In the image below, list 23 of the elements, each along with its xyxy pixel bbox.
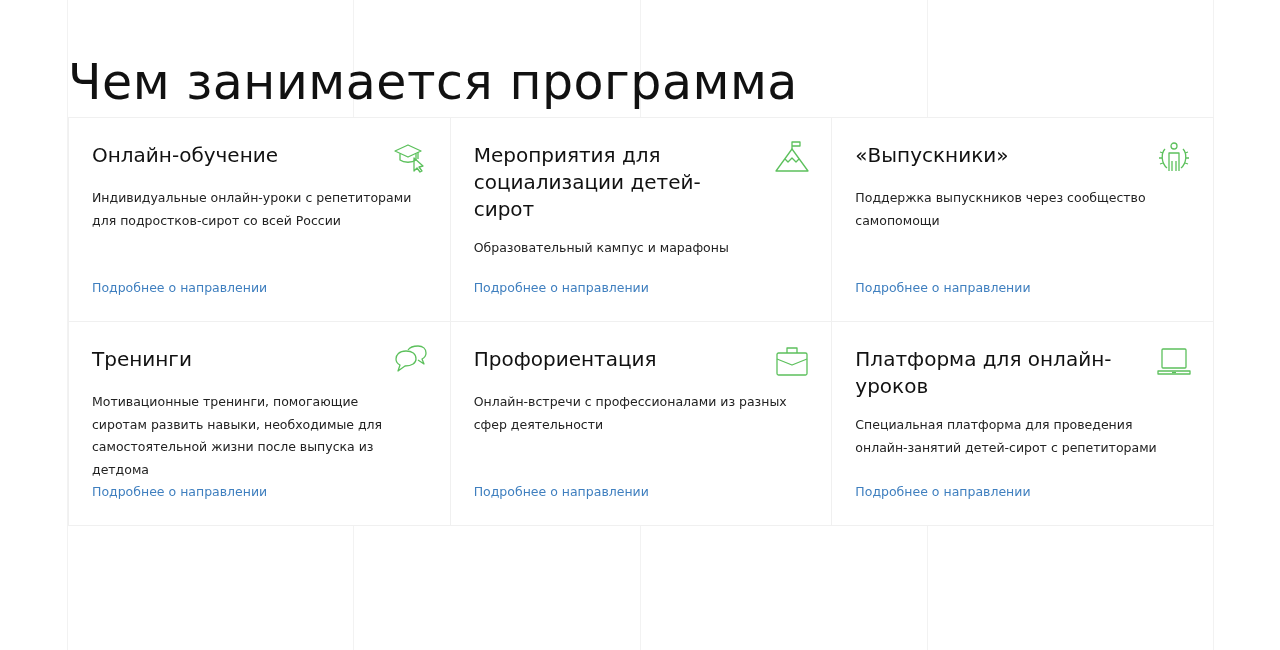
card-description: Образовательный кампус и марафоны [473,239,730,257]
details-link[interactable]: Подробнее о направлении [473,484,649,499]
card-title: Онлайн-обучение [92,142,279,169]
details-link[interactable]: Подробнее о направлении [92,484,268,499]
card-description: Индивидуальные онлайн-уроки с репетиторами для подростков-сирот со всей России [92,189,412,230]
mountain-flag-icon [775,141,810,173]
card-title: Профориентация [473,346,657,373]
laptop-icon [1157,345,1191,377]
details-link[interactable]: Подробнее о направлении [473,280,649,295]
briefcase-icon [775,345,810,377]
section-heading: Чем занимается программа [68,53,799,113]
card-description: Специальная платформа для проведения онлайн-занятий детей-сирот с репетиторами [855,416,1158,457]
details-link[interactable]: Подробнее о направлении [855,484,1031,499]
card-title: Мероприятия для социализации детей-сирот [473,142,702,223]
card-title: Платформа для онлайн-уроков [855,346,1113,400]
person-laurel-icon [1157,141,1191,173]
card-description: Поддержка выпускников через сообщество самопомощи [855,189,1147,230]
card-title: Тренинги [92,346,192,373]
card-title: «Выпускники» [855,142,1009,169]
card-description: Онлайн-встречи с профессионалами из разных сфер деятельности [473,393,788,434]
card-description: Мотивационные тренинги, помогающие сиротам развить навыки, необходимые для самостоятельной жизни после выпуска из детдома [92,393,384,479]
details-link[interactable]: Подробнее о направлении [855,280,1031,295]
details-link[interactable]: Подробнее о направлении [92,280,268,295]
